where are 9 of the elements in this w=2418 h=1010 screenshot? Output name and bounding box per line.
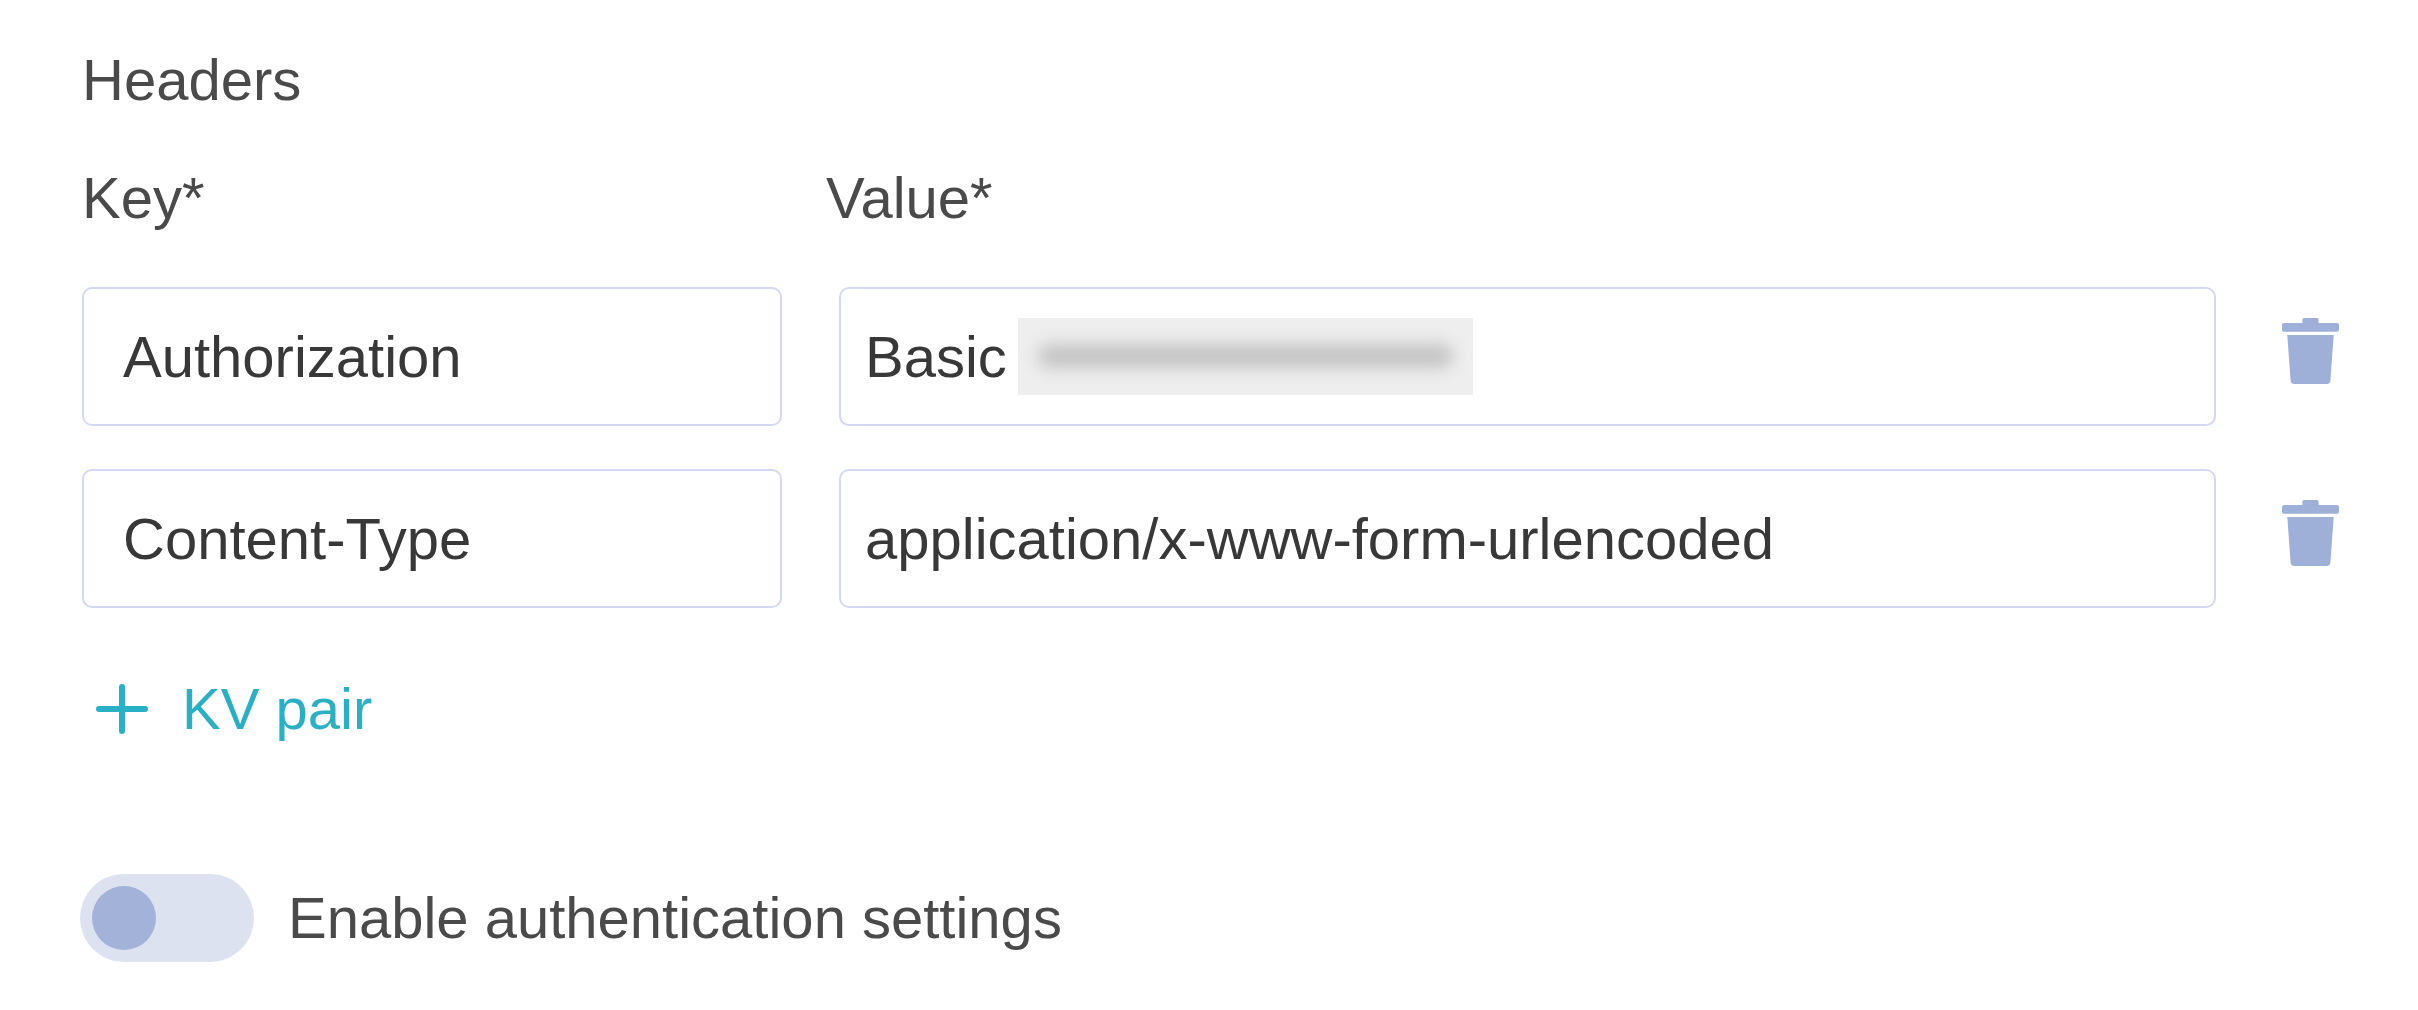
section-title: Headers [82, 51, 302, 109]
value-field[interactable]: application/x-www-form-urlencoded [839, 469, 2216, 608]
trash-icon[interactable] [2282, 499, 2339, 566]
key-field[interactable]: Content-Type [82, 469, 782, 608]
plus-icon [96, 684, 148, 734]
value-field[interactable]: Basic [839, 287, 2216, 426]
value-column-label: Value* [826, 169, 993, 227]
key-field[interactable]: Authorization [82, 287, 782, 426]
trash-icon[interactable] [2282, 317, 2339, 384]
